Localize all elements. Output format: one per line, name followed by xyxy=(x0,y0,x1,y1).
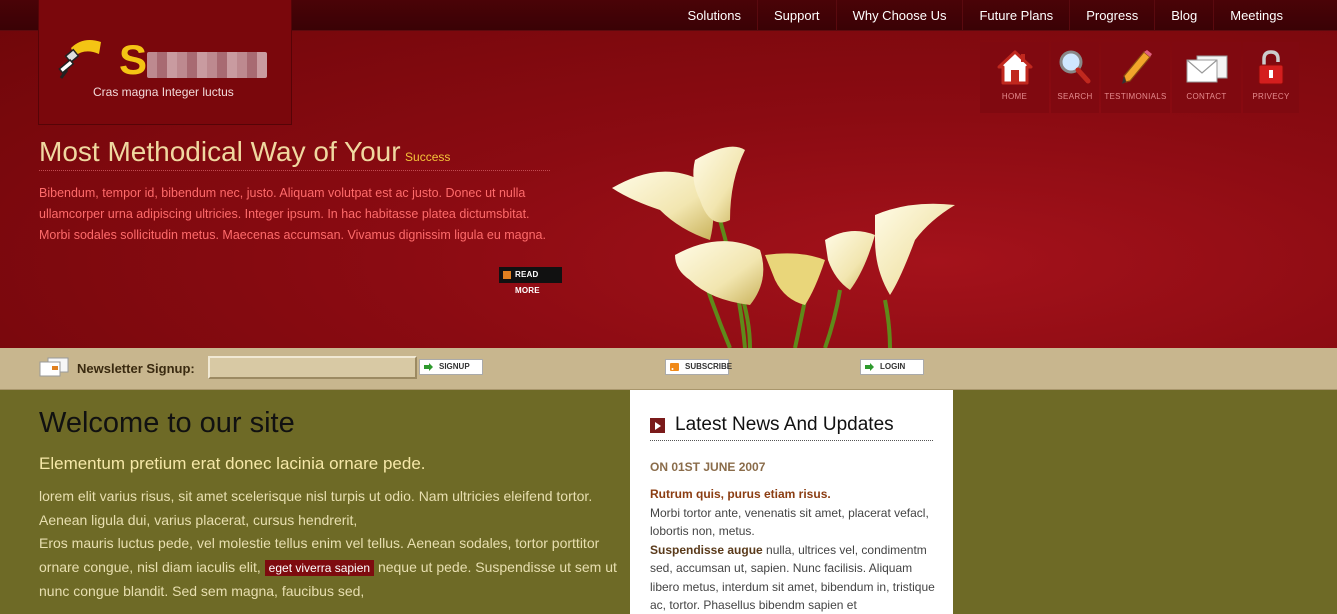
newsletter-bar: Newsletter Signup: SIGNUP SUBSCRIBE LOGI… xyxy=(0,348,1337,390)
logo-name-blurred xyxy=(147,52,267,78)
icon-nav-search[interactable]: SEARCH xyxy=(1051,42,1099,113)
arrow-right-icon xyxy=(865,363,874,371)
news-item-2-title[interactable]: Suspendisse augue xyxy=(650,543,763,557)
read-more-button[interactable]: READ MORE xyxy=(499,267,562,295)
search-icon xyxy=(1059,50,1091,84)
nav-solutions[interactable]: Solutions xyxy=(672,0,757,31)
news-date: ON 01ST JUNE 2007 xyxy=(650,460,766,474)
hero-banner: Solutions Support Why Choose Us Future P… xyxy=(0,0,1337,348)
welcome-subheading: Elementum pretium erat donec lacinia orn… xyxy=(39,454,426,473)
news-header: Latest News And Updates xyxy=(650,414,933,441)
login-label: LOGIN xyxy=(880,362,906,371)
newsletter-icon xyxy=(39,357,69,377)
nav-blog[interactable]: Blog xyxy=(1154,0,1213,31)
newsletter-email-input[interactable] xyxy=(208,356,417,379)
icon-nav-testimonials[interactable]: TESTIMONIALS xyxy=(1101,42,1170,113)
arrow-right-icon xyxy=(424,363,433,371)
login-button[interactable]: LOGIN xyxy=(860,359,924,375)
nav-meetings[interactable]: Meetings xyxy=(1213,0,1299,31)
nav-support[interactable]: Support xyxy=(757,0,836,31)
newsletter-label: Newsletter Signup: xyxy=(77,361,195,376)
news-item-1-title[interactable]: Rutrum quis, purus etiam risus. xyxy=(650,487,831,501)
welcome-paragraph-1: lorem elit varius risus, sit amet sceler… xyxy=(39,488,593,528)
latest-news-panel: Latest News And Updates ON 01ST JUNE 200… xyxy=(630,390,953,614)
subscribe-button[interactable]: SUBSCRIBE xyxy=(665,359,733,375)
nav-future-plans[interactable]: Future Plans xyxy=(962,0,1069,31)
nav-progress[interactable]: Progress xyxy=(1069,0,1154,31)
news-item-1-text: Morbi tortor ante, venenatis sit amet, p… xyxy=(650,505,929,539)
news-body: Rutrum quis, purus etiam risus. Morbi to… xyxy=(650,485,940,614)
hero-title-main: Most Methodical Way of Your xyxy=(39,136,401,167)
calla-lily-image xyxy=(612,146,955,348)
rss-icon xyxy=(670,363,679,371)
home-icon xyxy=(997,50,1032,85)
logo-letter: S xyxy=(119,36,147,83)
icon-nav-contact-label: CONTACT xyxy=(1186,92,1227,101)
envelope-icon xyxy=(1186,55,1227,83)
welcome-body: lorem elit varius risus, sit amet sceler… xyxy=(39,485,619,604)
logo-tagline: Cras magna Integer luctus xyxy=(93,85,234,99)
arrow-bullet-icon xyxy=(650,417,665,433)
paint-roller-icon xyxy=(58,40,101,79)
welcome-heading: Welcome to our site xyxy=(39,407,295,439)
top-navigation: Solutions Support Why Choose Us Future P… xyxy=(672,0,1299,31)
nav-why-choose-us[interactable]: Why Choose Us xyxy=(835,0,963,31)
icon-nav-home[interactable]: HOME xyxy=(980,42,1049,113)
news-title: Latest News And Updates xyxy=(675,414,894,435)
icon-nav-contact[interactable]: CONTACT xyxy=(1172,42,1241,113)
highlighted-text: eget viverra sapien xyxy=(264,559,375,576)
pencil-icon xyxy=(1121,50,1152,84)
icon-nav-privacy[interactable]: PRIVECY xyxy=(1243,42,1299,113)
signup-label: SIGNUP xyxy=(439,362,470,371)
hero-text: Bibendum, tempor id, bibendum nec, justo… xyxy=(39,186,546,242)
hero-title: Most Methodical Way of Your Success xyxy=(39,136,550,171)
icon-nav-privacy-label: PRIVECY xyxy=(1252,92,1290,101)
icon-nav-home-label: HOME xyxy=(1001,92,1028,101)
hero-title-small: Success xyxy=(405,150,451,164)
lock-icon xyxy=(1258,50,1284,85)
logo[interactable]: S Cras magna Integer luctus xyxy=(38,0,292,125)
icon-navigation: HOME SEARCH TESTIMONIALS CONTACT PRIVECY xyxy=(980,42,1299,113)
signup-button[interactable]: SIGNUP xyxy=(419,359,483,375)
subscribe-label: SUBSCRIBE xyxy=(685,362,733,371)
icon-nav-search-label: SEARCH xyxy=(1057,92,1093,101)
icon-nav-testimonials-label: TESTIMONIALS xyxy=(1104,92,1167,101)
